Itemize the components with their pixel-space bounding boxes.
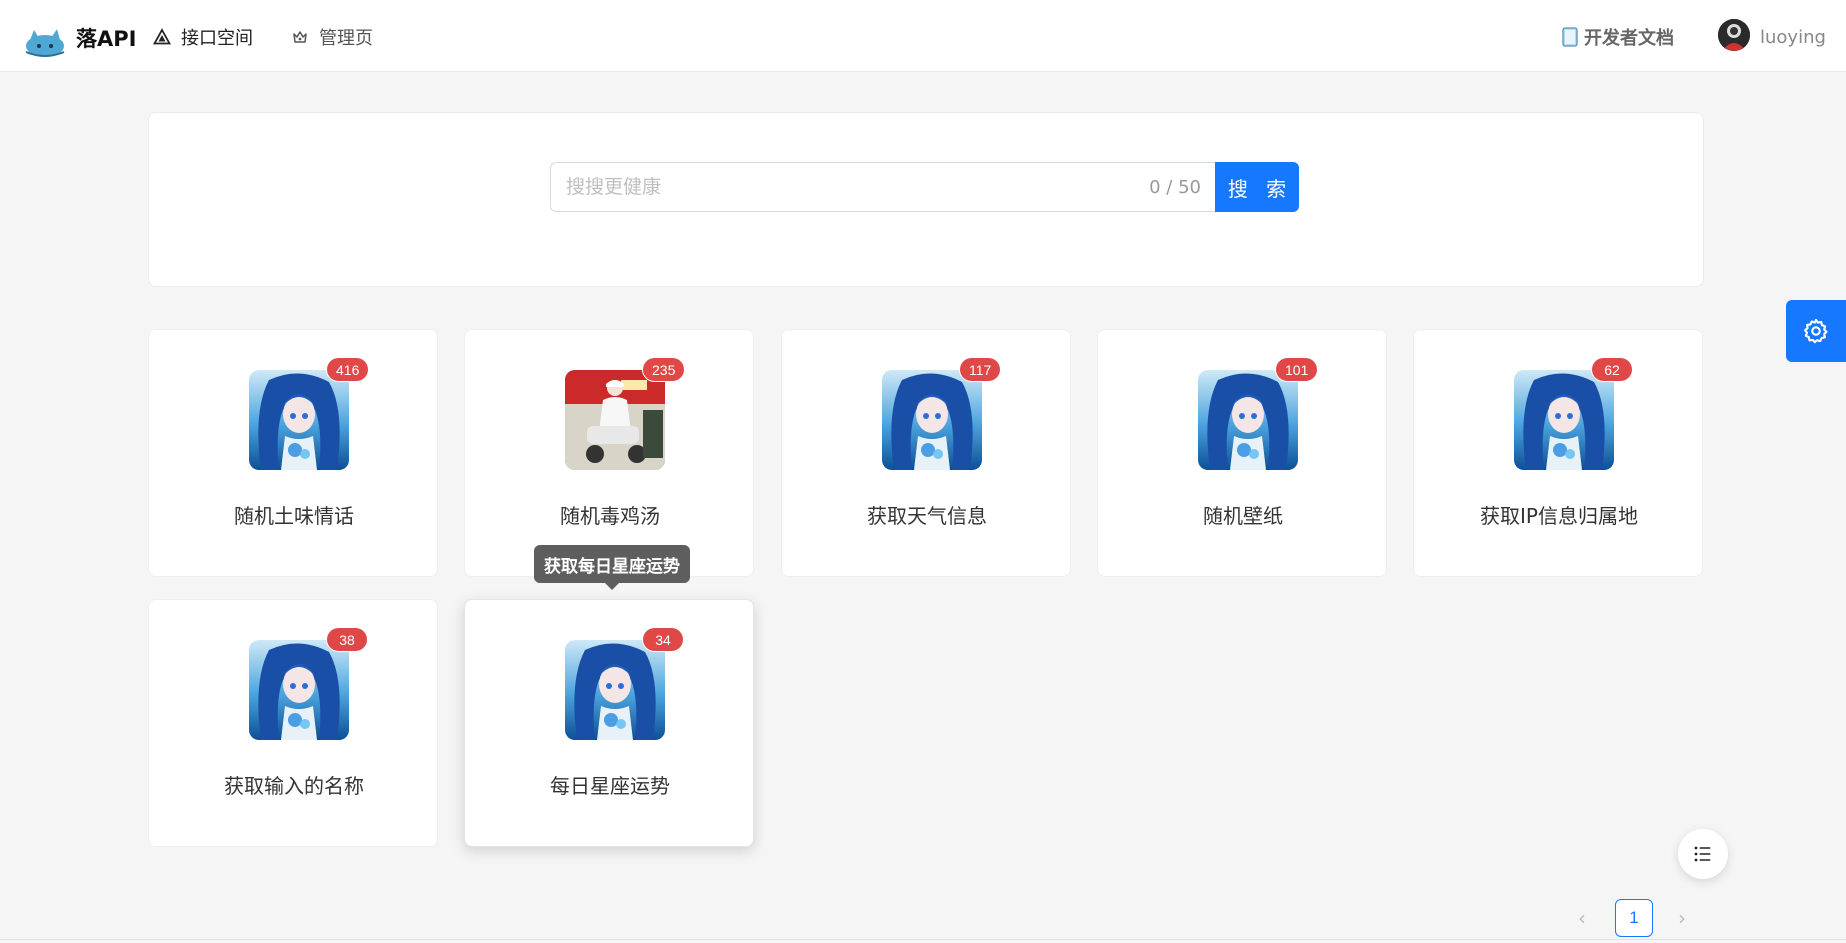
api-thumbnail [249,640,349,740]
count-badge: 62 [1591,357,1633,382]
gear-icon [1803,318,1828,344]
api-thumbnail [1198,370,1298,470]
avatar[interactable] [1718,19,1750,51]
search-input[interactable] [551,163,1091,211]
api-card[interactable]: 34 每日星座运势 [464,599,754,847]
count-badge: 101 [1275,357,1319,382]
count-badge: 34 [642,627,684,652]
api-card[interactable]: 62 获取IP信息归属地 [1413,329,1703,577]
count-badge: 416 [326,357,370,382]
api-name: 获取天气信息 [867,504,987,528]
api-name: 每日星座运势 [550,774,670,798]
api-thumbnail [1514,370,1614,470]
count-badge: 38 [326,627,368,652]
pagination-prev[interactable]: ‹ [1578,906,1586,930]
api-card[interactable]: 416 随机土味情话 [148,329,438,577]
search-bar: 0 / 50 搜 索 [550,162,1299,212]
book-icon [1562,27,1578,47]
api-name: 随机毒鸡汤 [560,504,660,528]
float-list-button[interactable] [1678,829,1728,879]
api-name: 随机壁纸 [1203,504,1283,528]
api-thumbnail [249,370,349,470]
pagination-next[interactable]: › [1678,906,1686,930]
nav-item-label: 接口空间 [181,28,253,49]
api-thumbnail [882,370,982,470]
top-navbar: 落API 接口空间 管理页 开发者文档 luoying [0,0,1846,72]
settings-button[interactable] [1786,300,1846,362]
developer-docs-label: 开发者文档 [1584,28,1674,49]
list-icon [1694,846,1711,862]
username[interactable]: luoying [1760,27,1826,48]
crown-icon [293,31,307,43]
count-badge: 235 [642,357,686,382]
divider [0,939,1846,940]
logo-icon[interactable] [24,24,66,58]
tooltip: 获取每日星座运势 [534,545,690,590]
count-badge: 117 [959,357,1002,382]
pagination-page-1[interactable]: 1 [1615,899,1653,937]
api-name: 随机土味情话 [234,504,354,528]
char-counter: 0 / 50 [1149,177,1201,198]
nav-item-admin[interactable]: 管理页 [291,24,373,50]
brand-name[interactable]: 落API [76,23,136,53]
api-card[interactable]: 235 随机毒鸡汤 [464,329,754,577]
developer-docs-link[interactable]: 开发者文档 [1562,24,1674,50]
search-input-wrapper: 0 / 50 [550,162,1215,212]
search-button[interactable]: 搜 索 [1215,162,1299,212]
nav-item-label: 管理页 [319,28,373,49]
api-card[interactable]: 101 随机壁纸 [1097,329,1387,577]
api-card[interactable]: 38 获取输入的名称 [148,599,438,847]
nav-item-api-space[interactable]: 接口空间 [153,24,253,50]
api-card[interactable]: 117 获取天气信息 [781,329,1071,577]
api-thumbnail [565,640,665,740]
triangle-icon [153,28,171,45]
api-name: 获取IP信息归属地 [1480,504,1638,528]
api-name: 获取输入的名称 [224,774,364,798]
api-thumbnail [565,370,665,470]
